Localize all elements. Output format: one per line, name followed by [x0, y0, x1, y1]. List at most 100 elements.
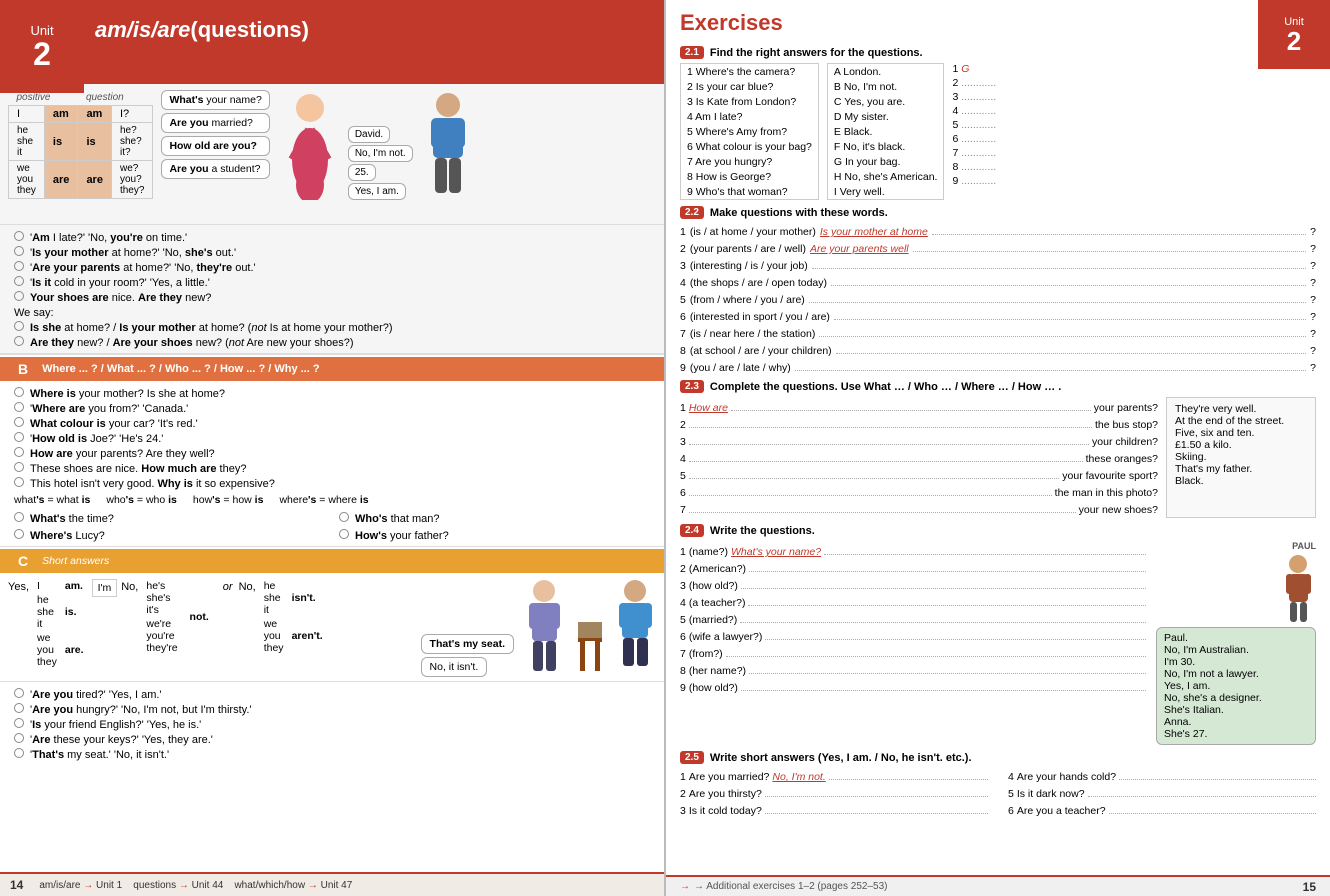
c-bullet-4: 'Are these your keys?' 'Yes, they are.' — [14, 731, 654, 746]
contr-whos: who's = who is — [106, 494, 177, 506]
ex-2-5-grid: 1 Are you married? No, I'm not. 4 Are yo… — [680, 768, 1316, 817]
ex-2-2-text: Make questions with these words. — [710, 207, 888, 219]
grammar-pos-am: am — [44, 106, 78, 123]
q3: 3 Is Kate from London? — [681, 94, 819, 109]
figure-boy — [423, 90, 473, 200]
ex-2-4-content: 1 (name?) What's your name? 2 (American?… — [680, 541, 1316, 745]
paul-area: PAUL Paul. No, I'm Australian. I'm 30. N… — [1156, 541, 1316, 745]
b-bullet-4: 'How old is Joe?' 'He's 24.' — [14, 430, 654, 445]
ex-2-1-answers: 1 G 2 ............ 3 ............ 4 ....… — [952, 63, 996, 200]
opt-b: B No, I'm not. — [827, 79, 944, 94]
left-page: Unit 2 am/is/are (questions) A positive … — [0, 0, 664, 896]
ce-2: Where's Lucy? — [14, 527, 329, 542]
b-bullet-5: How are your parents? Are they well? — [14, 445, 654, 460]
additional-exercises-note: → — [680, 881, 690, 892]
exercises-title: Exercises — [666, 0, 1330, 42]
or-label: or — [223, 581, 233, 593]
opt-i: I Very well. — [827, 184, 944, 200]
ex-2-1-content: 1 Where's the camera? 2 Is your car blue… — [680, 63, 1316, 200]
b-bullet-7: This hotel isn't very good. Why is it so… — [14, 475, 654, 490]
ans-3: 3 ............ — [952, 91, 996, 103]
ex-2-3-text: Complete the questions. Use What … / Who… — [710, 381, 1061, 393]
mq-item-2: 2 (your parents / are / well) Are your p… — [680, 240, 1316, 255]
unit-badge-left: Unit 2 — [0, 0, 84, 93]
opt-a: A London. — [827, 64, 944, 80]
ex-2-3-badge: 2.3 — [680, 380, 704, 393]
b-bullet-1: Where is your mother? Is she at home? — [14, 385, 654, 400]
grammar-table: positive question I am am I? hesheit is … — [8, 90, 153, 199]
exercise-2-2: 2.2 Make questions with these words. 1 (… — [666, 206, 1330, 374]
grammar-pos-is: is — [44, 123, 78, 161]
bubble-thats-seat: That's my seat. — [421, 634, 514, 654]
we-say-2: Are they new? / Are your shoes new? (not… — [14, 334, 654, 349]
bullet-a1: 'Am I late?' 'No, you're on time.' — [14, 229, 654, 244]
ex-2-1-text: Find the right answers for the questions… — [710, 47, 923, 59]
mq-item-1: 1 (is / at home / your mother) Is your m… — [680, 223, 1316, 238]
wq-item-1: 1 (name?) What's your name? — [680, 543, 1146, 558]
bubble-how-old: How old are you? — [161, 136, 269, 156]
ans-9: 9 ............ — [952, 175, 996, 187]
mq-item-3: 3 (interesting / is / your job) ? — [680, 257, 1316, 272]
sa-no2-label: No, — [239, 581, 256, 593]
b-bullet-6: These shoes are nice. How much are they? — [14, 460, 654, 475]
sa-tables: Yes, Iam. hesheitis. weyoutheyare. I'm N… — [8, 577, 327, 669]
ans-5: 5 ............ — [952, 119, 996, 131]
q7: 7 Are you hungry? — [681, 154, 819, 169]
cq-item-3: 3 your children? — [680, 433, 1158, 448]
section-c-label: C — [10, 551, 36, 571]
unit-num-left: 2 — [33, 38, 51, 70]
mq-item-8: 8 (at school / are / your children) ? — [680, 342, 1316, 357]
ex-2-4-questions: 1 (name?) What's your name? 2 (American?… — [680, 541, 1146, 745]
wq-item-9: 9 (how old?) — [680, 679, 1146, 694]
bottom-nav: am/is/are → Unit 1 questions → Unit 44 w… — [39, 880, 352, 891]
title-bar: am/is/are (questions) — [0, 0, 664, 60]
section-c-subtitle: Short answers — [42, 555, 109, 567]
wq-item-8: 8 (her name?) — [680, 662, 1146, 677]
section-c-illustration: That's my seat. No, it isn't. — [335, 577, 658, 677]
sa-item-1: 1 Are you married? No, I'm not. — [680, 768, 988, 783]
c-bullet-3: 'Is your friend English?' 'Yes, he is.' — [14, 716, 654, 731]
cq-item-6: 6 the man in this photo? — [680, 484, 1158, 499]
figure-c-man — [522, 577, 567, 677]
ans-2: 2 ............ — [952, 77, 996, 89]
grammar-q-wyt: we?you?they? — [111, 161, 152, 199]
section-b-content: Where is your mother? Is she at home? 'W… — [0, 381, 664, 547]
grammar-q-are: are — [78, 161, 112, 199]
paul-bubble: Paul. No, I'm Australian. I'm 30. No, I'… — [1156, 627, 1316, 745]
mq-item-7: 7 (is / near here / the station) ? — [680, 325, 1316, 340]
title-amis: am/is/are — [95, 17, 190, 43]
page-num-left: 14 — [10, 878, 23, 892]
grammar-pronoun-hsi: hesheit — [9, 123, 45, 161]
ex-2-3-content: 1 How are your parents? 2 the bus stop? … — [680, 397, 1316, 518]
q1: 1 Where's the camera? — [681, 64, 819, 80]
ex-2-4-text: Write the questions. — [710, 525, 815, 537]
sa-item-6: 6 Are you a teacher? — [1008, 802, 1316, 817]
sa-item-2: 2 Are you thirsty? — [680, 785, 988, 800]
cq-item-2: 2 the bus stop? — [680, 416, 1158, 431]
mq-item-4: 4 (the shops / are / open today) ? — [680, 274, 1316, 289]
ans-6: 6 ............ — [952, 133, 996, 145]
contr-wheres: where's = where is — [279, 494, 368, 506]
grammar-header-question: question — [78, 90, 153, 106]
section-c-bullets: 'Are you tired?' 'Yes, I am.' 'Are you h… — [0, 682, 664, 763]
grammar-pronoun-wyt: weyouthey — [9, 161, 45, 199]
ex-2-1-options: A London. B No, I'm not. C Yes, you are.… — [827, 63, 945, 200]
bubble-25: 25. — [348, 164, 376, 181]
section-a-bullets: 'Am I late?' 'No, you're on time.' 'Is y… — [0, 225, 664, 355]
q6: 6 What colour is your bag? — [681, 139, 819, 154]
bottom-bar-right: → → Additional exercises 1–2 (pages 252–… — [666, 875, 1330, 896]
section-b-title: Where ... ? / What ... ? / Who ... ? / H… — [42, 363, 319, 375]
mq-item-5: 5 (from / where / you / are) ? — [680, 291, 1316, 306]
mq-item-9: 9 (you / are / late / why) ? — [680, 359, 1316, 374]
ex-2-3-answers-box: They're very well. At the end of the str… — [1166, 397, 1316, 518]
sa-item-4: 4 Are your hands cold? — [1008, 768, 1316, 783]
right-page: Unit 2 Exercises 2.1 Find the right answ… — [666, 0, 1330, 896]
page-num-right: 15 — [1303, 880, 1316, 894]
sa-table-isnt: hesheitisn't. weyoutheyaren't. — [260, 579, 327, 655]
grammar-pronoun-i: I — [9, 106, 45, 123]
ex-2-1-questions: 1 Where's the camera? 2 Is your car blue… — [680, 63, 819, 200]
cq-item-1: 1 How are your parents? — [680, 399, 1158, 414]
section-c-header: C Short answers — [0, 549, 664, 573]
ce-1: What's the time? — [14, 510, 329, 525]
c-bullet-1: 'Are you tired?' 'Yes, I am.' — [14, 686, 654, 701]
